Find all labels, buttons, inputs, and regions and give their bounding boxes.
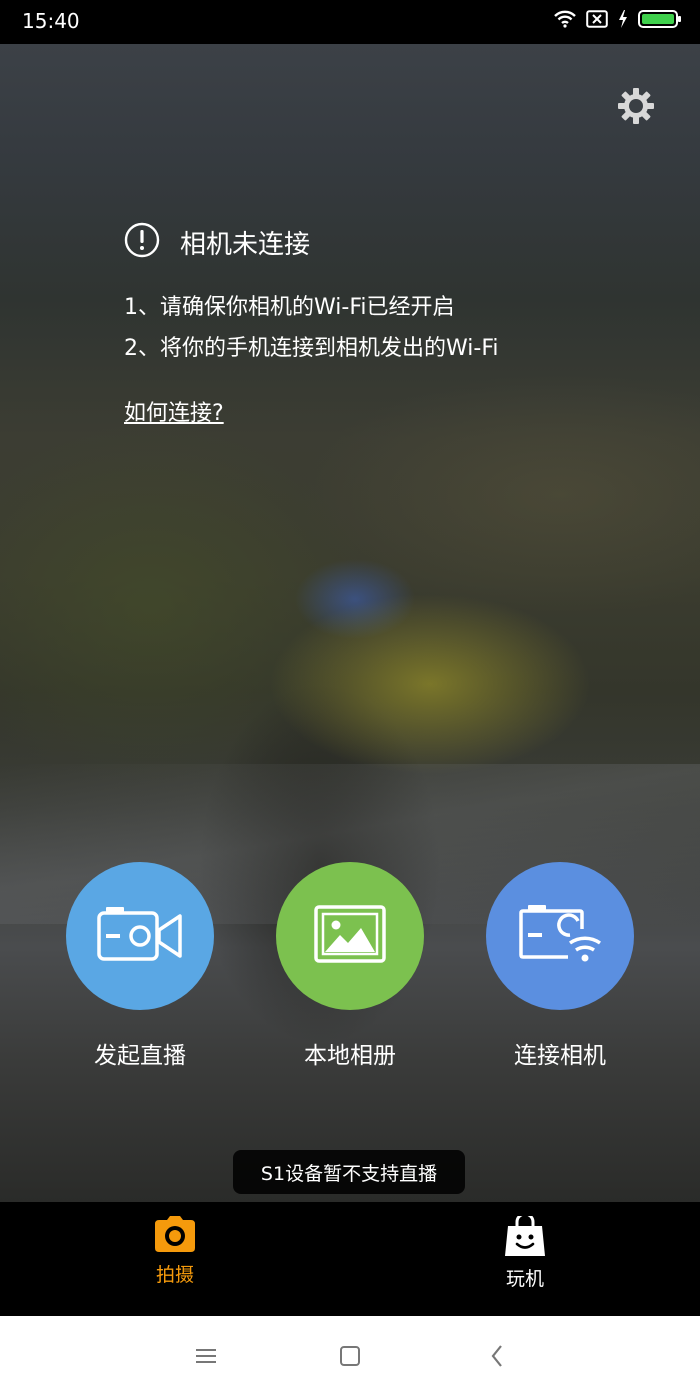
shopping-bag-icon (505, 1212, 545, 1260)
bottom-tab-bar: 拍摄 玩机 (0, 1202, 700, 1316)
menu-icon (194, 1346, 218, 1370)
sim-none-icon (586, 10, 608, 32)
wifi-icon (554, 10, 576, 32)
status-time: 15:40 (22, 9, 80, 33)
alert-circle-icon (124, 222, 160, 262)
photo-album-icon (314, 905, 386, 967)
status-bar: 15:40 (0, 0, 700, 44)
camera-wifi-icon (518, 903, 602, 969)
tab-shoot[interactable]: 拍摄 (115, 1216, 235, 1287)
instruction-step-1: 1、请确保你相机的Wi-Fi已经开启 (124, 295, 455, 320)
local-album-circle[interactable] (276, 862, 424, 1010)
instruction-step-2: 2、将你的手机连接到相机发出的Wi-Fi (124, 336, 499, 361)
start-live-label: 发起直播 (94, 1043, 186, 1069)
battery-icon (638, 9, 682, 33)
system-nav-bar (0, 1316, 700, 1400)
start-live-circle[interactable] (66, 862, 214, 1010)
local-album-button[interactable]: 本地相册 (250, 862, 450, 1070)
video-camera-icon (96, 904, 184, 968)
connect-camera-label: 连接相机 (514, 1043, 606, 1069)
instruction-list: 1、请确保你相机的Wi-Fi已经开启 2、将你的手机连接到相机发出的Wi-Fi (124, 287, 499, 369)
connect-camera-button[interactable]: 连接相机 (460, 862, 660, 1070)
nav-back-button[interactable] (477, 1342, 517, 1374)
camera-icon (155, 1216, 195, 1256)
start-live-button[interactable]: 发起直播 (40, 862, 240, 1070)
back-icon (489, 1344, 505, 1372)
local-album-label: 本地相册 (304, 1043, 396, 1069)
status-title-row: 相机未连接 (124, 222, 499, 262)
gear-icon (617, 87, 655, 129)
toast-message: S1设备暂不支持直播 (233, 1150, 465, 1194)
tab-play-label: 玩机 (505, 1268, 544, 1290)
main-background: 相机未连接 1、请确保你相机的Wi-Fi已经开启 2、将你的手机连接到相机发出的… (0, 44, 700, 1202)
status-title: 相机未连接 (180, 229, 311, 260)
action-buttons: 发起直播 本地相册 连接相机 (0, 862, 700, 1072)
charging-icon (618, 10, 628, 32)
connection-status: 相机未连接 1、请确保你相机的Wi-Fi已经开启 2、将你的手机连接到相机发出的… (124, 222, 499, 427)
tab-shoot-label: 拍摄 (155, 1264, 194, 1286)
tab-play[interactable]: 玩机 (465, 1212, 585, 1291)
status-icons (554, 10, 682, 32)
home-icon (339, 1345, 361, 1371)
nav-menu-button[interactable] (186, 1342, 226, 1374)
connect-camera-circle[interactable] (486, 862, 634, 1010)
how-to-connect-link[interactable]: 如何连接? (124, 395, 224, 427)
settings-button[interactable] (614, 86, 658, 130)
nav-home-button[interactable] (330, 1342, 370, 1374)
